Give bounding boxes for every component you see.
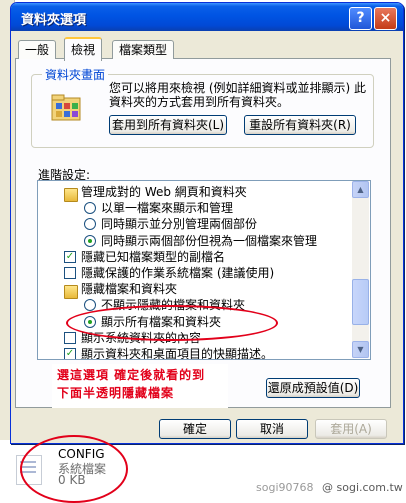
- help-button[interactable]: ?: [349, 7, 372, 30]
- checkbox[interactable]: ✓: [64, 250, 76, 263]
- apply-to-all-folders-button[interactable]: 套用到所有資料夾(L): [109, 115, 227, 135]
- scroll-up-icon[interactable]: ▲: [352, 181, 369, 198]
- checkbox[interactable]: [64, 267, 76, 279]
- tree-item-label: 管理成對的 Web 網頁和資料夾: [81, 185, 247, 199]
- tree-item-label: 隱藏保護的作業系統檔案 (建議使用): [81, 266, 275, 280]
- highlight-ellipse-file: [20, 435, 128, 503]
- tab-general[interactable]: 一般: [18, 40, 57, 59]
- ok-button[interactable]: 確定: [159, 419, 231, 439]
- reset-all-folders-button[interactable]: 重設所有資料夾(R): [244, 115, 356, 135]
- radio-button[interactable]: [84, 202, 96, 215]
- folder-views-title: 資料夾畫面: [42, 66, 109, 83]
- scroll-thumb[interactable]: [352, 279, 369, 325]
- annotation-line-1: 選這選項 確定後就看的到: [57, 368, 206, 382]
- tree-item[interactable]: 同時顯示並分別管理兩個部份: [38, 216, 350, 232]
- tree-item-label: 同時顯示並分別管理兩個部份: [101, 217, 258, 232]
- watermark-site: @ sogi.com.tw: [322, 481, 403, 494]
- scroll-down-icon[interactable]: ▼: [352, 341, 369, 358]
- tree-item[interactable]: ✓ 顯示資料夾和桌面項目的快顯描述。: [38, 346, 350, 360]
- watermark-user: sogi90768: [256, 481, 314, 494]
- tree-item: 隱藏檔案和資料夾: [38, 281, 350, 300]
- tree-item-label: 同時顯示兩個部份但視為一個檔案來管理: [101, 233, 318, 248]
- tree-item[interactable]: 同時顯示兩個部份但視為一個檔案來管理: [38, 233, 350, 249]
- tree-scrollbar[interactable]: ▲ ▼: [352, 181, 369, 358]
- annotation-text: 選這選項 確定後就看的到 下面半透明隱藏檔案: [57, 366, 229, 402]
- window-title: 資料夾選項: [21, 13, 87, 28]
- tree-item-label: 顯示資料夾和桌面項目的快顯描述。: [81, 347, 274, 360]
- tab-view[interactable]: 檢視: [64, 37, 103, 61]
- restore-defaults-button[interactable]: 還原成預設值(D): [266, 378, 360, 398]
- checkbox[interactable]: [64, 331, 76, 344]
- tree-item: 管理成對的 Web 網頁和資料夾: [38, 184, 350, 202]
- tree-item-label: 以單一檔案來顯示和管理: [101, 201, 234, 216]
- cancel-button[interactable]: 取消: [236, 419, 308, 439]
- checkbox[interactable]: ✓: [64, 348, 76, 359]
- tree-item-label: 隱藏已知檔案類型的副檔名: [81, 249, 226, 264]
- apply-button: 套用(A): [315, 419, 387, 439]
- tree-item[interactable]: ✓ 隱藏已知檔案類型的副檔名: [38, 249, 350, 265]
- folder-views-description: 您可以將用來檢視 (例如詳細資料或並排顯示) 此資料夾的方式套用到所有資料夾。: [109, 81, 366, 109]
- radio-button[interactable]: [84, 299, 96, 312]
- annotation-line-2: 下面半透明隱藏檔案: [57, 386, 175, 400]
- tree-item-label: 隱藏檔案和資料夾: [81, 282, 178, 297]
- highlight-ellipse-show-all: [66, 305, 278, 341]
- tree-item[interactable]: 隱藏保護的作業系統檔案 (建議使用): [38, 265, 350, 281]
- folder-views-icon: [51, 94, 81, 121]
- title-bar[interactable]: 資料夾選項 ? ×: [11, 3, 403, 31]
- tree-item[interactable]: 以單一檔案來顯示和管理: [38, 200, 350, 216]
- tab-file-types[interactable]: 檔案類型: [112, 40, 175, 59]
- radio-button[interactable]: [84, 218, 96, 231]
- close-button[interactable]: ×: [374, 7, 397, 30]
- radio-button[interactable]: [84, 234, 96, 247]
